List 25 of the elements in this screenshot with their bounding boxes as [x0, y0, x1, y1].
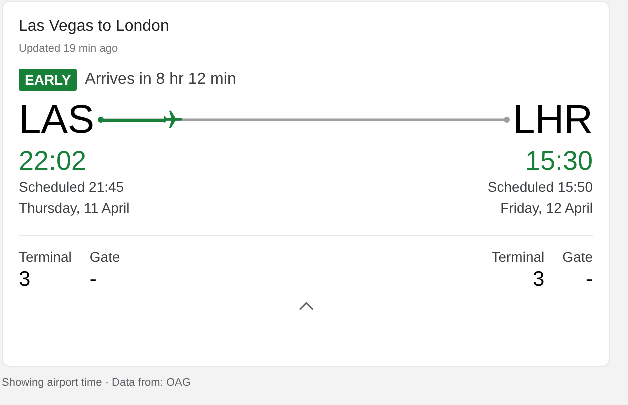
gate-label: Gate — [562, 249, 593, 265]
arrival-time: 15:30 — [524, 145, 593, 177]
arrival-countdown: Arrives in 8 hr 12 min — [85, 71, 236, 89]
departure-time: 22:02 — [19, 145, 88, 177]
arrival-date: Friday, 12 April — [500, 199, 593, 218]
airplane-icon — [162, 109, 184, 131]
gate-value: - — [90, 267, 98, 293]
scheduled-time: Scheduled 21:45 — [19, 178, 126, 197]
airport-code: LHR — [512, 97, 593, 143]
airport-code: LAS — [19, 97, 95, 143]
terminal-label: Terminal — [19, 249, 72, 265]
gate-label: Gate — [90, 249, 120, 265]
gate-value: - — [585, 267, 593, 293]
destination-dot — [504, 117, 510, 123]
departure-date: Thursday, 11 April — [19, 199, 130, 218]
updated-text: Updated 19 min ago — [19, 42, 120, 56]
scheduled-time: Scheduled 15:50 — [488, 178, 593, 197]
chevron-icon[interactable] — [298, 301, 314, 311]
terminal-value: 3 — [19, 267, 32, 293]
terminal-label: Terminal — [492, 249, 545, 265]
terminal-value: 3 — [532, 267, 545, 293]
route-title: Las Vegas to London — [19, 17, 170, 37]
origin-dot — [98, 117, 104, 123]
status-badge: EARLY — [19, 69, 78, 91]
footer-note: Showing airport time · Data from: OAG — [2, 377, 192, 389]
